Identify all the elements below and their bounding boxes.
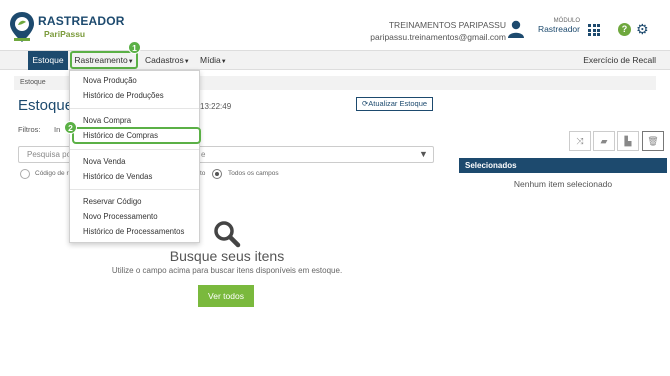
selected-empty: Nenhum item selecionado: [513, 179, 613, 189]
caret-down-icon: ▼: [183, 59, 190, 65]
brand-name: RASTREADOR: [38, 14, 125, 28]
empty-title: Busque seus itens: [169, 248, 285, 264]
logo-icon: [10, 12, 34, 42]
module-value: Rastreador: [537, 24, 580, 34]
menu-item-novo-processamento[interactable]: Novo Processamento: [83, 212, 158, 221]
nav-cadastros[interactable]: Cadastros▼: [145, 51, 190, 70]
truck-icon[interactable]: ▰: [593, 131, 615, 151]
refresh-label: Atualizar Estoque: [368, 99, 428, 108]
page-title: Estoque: [18, 97, 74, 114]
nav-cadastros-label: Cadastros: [145, 55, 184, 65]
nav-midia-label: Mídia: [200, 55, 221, 65]
menu-item-reservar-codigo[interactable]: Reservar Código: [83, 197, 142, 206]
menu-item-nova-producao[interactable]: Nova Produção: [83, 76, 137, 85]
step-badge-1: 1: [128, 41, 141, 54]
step-badge-2: 2: [64, 121, 77, 134]
selected-header: Selecionados: [459, 158, 667, 173]
grid-icon[interactable]: [588, 24, 600, 36]
shuffle-icon[interactable]: ⤨: [569, 131, 591, 151]
update-time: 13:22:49: [200, 102, 232, 111]
search-icon: [214, 221, 241, 248]
menu-item-historico-producoes[interactable]: Histórico de Produções: [83, 91, 164, 100]
menu-divider: [70, 149, 199, 150]
empty-subtitle: Utilize o campo acima para buscar itens …: [111, 266, 343, 275]
caret-down-icon: ▼: [220, 59, 227, 65]
module-selector[interactable]: MÓDULO Rastreador: [534, 18, 580, 34]
menu-item-historico-vendas[interactable]: Histórico de Vendas: [83, 172, 152, 181]
header: RASTREADOR PariPassu TREINAMENTOS PARIPA…: [0, 0, 670, 50]
radio-code[interactable]: [20, 169, 30, 179]
chart-icon[interactable]: ▙: [617, 131, 639, 151]
filter-icon[interactable]: ▼: [419, 149, 428, 159]
trash-icon[interactable]: 🗑: [642, 131, 664, 151]
filters-value[interactable]: In: [54, 125, 60, 134]
ver-todos-button[interactable]: Ver todos: [198, 285, 254, 307]
menu-item-nova-compra[interactable]: Nova Compra: [83, 116, 131, 125]
nav-midia[interactable]: Mídia▼: [200, 51, 227, 70]
rastreamento-dropdown: Nova Produção Histórico de Produções Nov…: [69, 70, 201, 243]
help-icon[interactable]: ?: [618, 23, 631, 36]
navbar: Estoque Rastreamento▼ Cadastros▼ Mídia▼ …: [0, 50, 670, 70]
user-info[interactable]: TREINAMENTOS PARIPASSU paripassu.treinam…: [370, 19, 506, 43]
nav-rastreamento-label: Rastreamento: [74, 55, 128, 65]
brand[interactable]: RASTREADOR PariPassu: [38, 14, 125, 39]
filters-label: Filtros:: [18, 125, 41, 134]
menu-item-nova-venda[interactable]: Nova Venda: [83, 157, 125, 166]
user-name: TREINAMENTOS PARIPASSU: [388, 20, 506, 30]
nav-estoque[interactable]: Estoque: [28, 51, 68, 70]
radio-code-label: Código de r: [35, 170, 69, 177]
gear-icon[interactable]: ⚙: [636, 22, 649, 36]
caret-down-icon: ▼: [127, 59, 134, 65]
radio-all-label: Todos os campos: [228, 170, 279, 177]
user-email: paripassu.treinamentos@gmail.com: [370, 32, 506, 42]
search-placeholder-tail: e: [201, 150, 206, 159]
search-placeholder: Pesquisa po: [27, 150, 72, 159]
menu-divider: [70, 108, 199, 109]
menu-divider: [70, 189, 199, 190]
user-icon[interactable]: [508, 20, 524, 38]
radio-middle-label: to: [200, 170, 206, 177]
nav-recall[interactable]: Exercício de Recall: [583, 51, 656, 70]
menu-item-historico-processamentos[interactable]: Histórico de Processamentos: [83, 227, 184, 236]
brand-sub: PariPassu: [44, 29, 86, 39]
highlight-box: [72, 127, 201, 144]
refresh-button[interactable]: ⟳Atualizar Estoque: [356, 97, 433, 111]
nav-rastreamento[interactable]: Rastreamento▼: [70, 51, 138, 69]
radio-all-fields[interactable]: [212, 169, 222, 179]
